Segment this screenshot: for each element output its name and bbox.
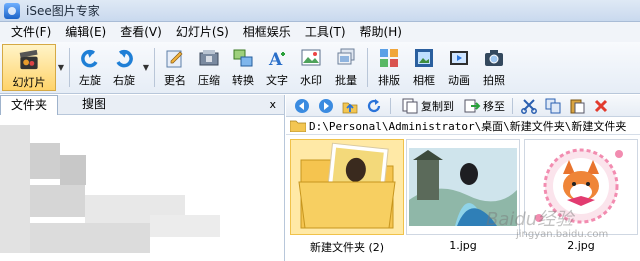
menu-view[interactable]: 查看(V) — [113, 22, 169, 42]
rotate-right-icon — [116, 49, 133, 68]
slideshow-label: 幻灯片 — [12, 76, 46, 89]
rotate-left-icon — [81, 49, 98, 68]
slideshow-button[interactable]: 幻灯片 — [2, 44, 56, 91]
compress-label: 压缩 — [198, 74, 220, 87]
photo-frame-icon — [415, 49, 433, 67]
convert-icon — [233, 49, 253, 67]
rotate-right-button[interactable]: 右旋 — [107, 42, 141, 93]
path-text: D:\Personal\Administrator\桌面\新建文件夹\新建文件夹 — [309, 119, 627, 133]
left-panel: 文件夹 搜图 x — [0, 94, 285, 261]
watermark-logo: Baidu经验 — [486, 209, 574, 230]
film-clapper-icon — [19, 49, 38, 70]
close-panel-button[interactable]: x — [269, 98, 276, 111]
toolbar-divider — [154, 48, 155, 87]
frame-label: 相框 — [413, 74, 435, 87]
copy-icon[interactable] — [544, 97, 562, 115]
menu-bar: 文件(F) 编辑(E) 查看(V) 幻灯片(S) 相框娱乐 工具(T) 帮助(H… — [0, 22, 640, 42]
menu-slideshow[interactable]: 幻灯片(S) — [169, 22, 236, 42]
blurred-region — [30, 143, 60, 179]
watermark-label: 水印 — [300, 74, 322, 87]
toolbar-divider — [69, 48, 70, 87]
convert-button[interactable]: 转换 — [226, 42, 260, 93]
copy-to-button[interactable]: 复制到 — [398, 97, 454, 115]
blurred-region — [0, 125, 30, 253]
toolbar-divider — [367, 48, 368, 87]
file-name: 新建文件夹 (2) — [309, 241, 385, 254]
file-name: 1.jpg — [449, 239, 477, 252]
compress-button[interactable]: 压缩 — [192, 42, 226, 93]
title-bar: iSee图片专家 — [0, 0, 640, 22]
delete-icon[interactable] — [592, 97, 610, 115]
text-label: 文字 — [266, 74, 288, 87]
rename-label: 更名 — [164, 74, 186, 87]
main-toolbar: 幻灯片 ▼ 左旋 右旋 ▼ 更名 压缩 转换 A 文字 水印 批量 排版 相框 … — [0, 42, 640, 94]
back-arrow-icon[interactable] — [293, 97, 311, 115]
copy-to-icon — [402, 98, 418, 113]
blurred-region — [30, 185, 85, 217]
refresh-icon[interactable] — [365, 97, 383, 115]
up-folder-icon[interactable] — [341, 97, 359, 115]
convert-label: 转换 — [232, 74, 254, 87]
animation-button[interactable]: 动画 — [441, 42, 477, 93]
blurred-region — [30, 223, 150, 253]
menu-file[interactable]: 文件(F) — [4, 22, 58, 42]
forward-arrow-icon[interactable] — [317, 97, 335, 115]
app-icon — [4, 2, 20, 19]
batch-label: 批量 — [335, 74, 357, 87]
rotate-right-label: 右旋 — [113, 74, 135, 87]
frame-button[interactable]: 相框 — [407, 42, 441, 93]
svg-text:A: A — [268, 50, 283, 70]
animation-icon — [450, 51, 468, 65]
file-name: 2.jpg — [567, 239, 595, 252]
rotate-dropdown[interactable]: ▼ — [141, 42, 151, 93]
text-button[interactable]: A 文字 — [260, 42, 294, 93]
nav-divider — [390, 97, 391, 114]
move-to-label: 移至 — [483, 99, 505, 113]
menu-edit[interactable]: 编辑(E) — [58, 22, 113, 42]
menu-frame-fun[interactable]: 相框娱乐 — [236, 22, 298, 42]
text-icon: A — [268, 50, 285, 70]
folder-icon — [290, 120, 306, 132]
layout-icon — [380, 49, 398, 67]
browser-panel: 复制到 移至 D:\Personal\Administrator\桌面\新建文件… — [286, 95, 640, 261]
rotate-left-button[interactable]: 左旋 — [73, 42, 107, 93]
thumbnail-grid: 新建文件夹 (2) 1.jpg 2.jpg Baidu经验 jingyan.ba… — [286, 135, 640, 261]
batch-icon — [337, 48, 355, 65]
rotate-left-label: 左旋 — [79, 74, 101, 87]
watermark-button[interactable]: 水印 — [294, 42, 328, 93]
watermark-icon — [301, 49, 321, 66]
path-bar[interactable]: D:\Personal\Administrator\桌面\新建文件夹\新建文件夹 — [286, 117, 640, 135]
menu-help[interactable]: 帮助(H) — [353, 22, 409, 42]
layout-button[interactable]: 排版 — [371, 42, 407, 93]
animation-label: 动画 — [448, 74, 470, 87]
menu-tools[interactable]: 工具(T) — [298, 22, 353, 42]
camera-icon — [485, 50, 503, 66]
tab-folders[interactable]: 文件夹 — [0, 94, 59, 115]
folder-tree — [0, 115, 284, 261]
capture-button[interactable]: 拍照 — [477, 42, 511, 93]
window-title: iSee图片专家 — [26, 4, 100, 18]
left-panel-tabs: 文件夹 搜图 x — [0, 94, 284, 115]
navigation-toolbar: 复制到 移至 — [286, 95, 640, 117]
rename-icon — [166, 50, 183, 68]
rename-button[interactable]: 更名 — [158, 42, 192, 93]
move-to-icon — [464, 99, 481, 112]
capture-label: 拍照 — [483, 74, 505, 87]
slideshow-dropdown[interactable]: ▼ — [56, 42, 66, 93]
tab-search-images[interactable]: 搜图 — [72, 95, 116, 115]
watermark-url: jingyan.baidu.com — [516, 229, 609, 240]
copy-to-label: 复制到 — [421, 99, 454, 113]
folder-icon — [298, 142, 396, 229]
blurred-region — [60, 155, 86, 185]
compress-icon — [199, 50, 219, 66]
cut-icon[interactable] — [520, 97, 538, 115]
blurred-region — [150, 215, 220, 237]
layout-label: 排版 — [378, 74, 400, 87]
batch-button[interactable]: 批量 — [328, 42, 364, 93]
nav-divider — [512, 97, 513, 114]
move-to-button[interactable]: 移至 — [460, 97, 505, 115]
thumbnail-folder[interactable] — [290, 139, 404, 235]
paste-icon[interactable] — [568, 97, 586, 115]
